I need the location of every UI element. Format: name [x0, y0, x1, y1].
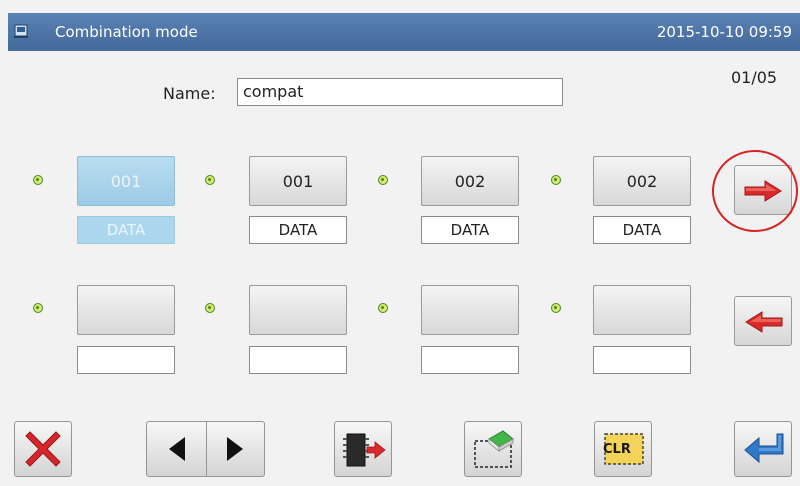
pattern-slot-7[interactable] [421, 285, 519, 335]
green-dot-icon [551, 175, 561, 185]
highlight-circle [712, 150, 798, 232]
triangle-left-icon [169, 437, 185, 461]
cancel-button[interactable] [14, 421, 72, 477]
cursor-left-button[interactable] [147, 422, 206, 476]
datetime-display: 2015-10-10 09:59 [656, 23, 792, 41]
cursor-right-button[interactable] [207, 422, 264, 476]
pattern-slot-1[interactable]: 001 [77, 156, 175, 206]
green-dot-icon [205, 175, 215, 185]
green-dot-icon [378, 175, 388, 185]
pattern-slot-8[interactable] [593, 285, 691, 335]
data-box-6[interactable] [249, 346, 347, 374]
previous-page-button[interactable] [734, 296, 792, 346]
name-input[interactable]: compat [237, 78, 563, 106]
data-box-2[interactable]: DATA [249, 216, 347, 244]
data-box-7[interactable] [421, 346, 519, 374]
title-bar: Combination mode 2015-10-10 09:59 [8, 13, 800, 51]
green-dot-icon [205, 303, 215, 313]
red-x-icon [25, 431, 61, 467]
green-dot-icon [551, 303, 561, 313]
screen-title: Combination mode [55, 23, 198, 41]
write-data-button[interactable] [334, 421, 392, 477]
name-label: Name: [163, 84, 216, 103]
data-box-1[interactable]: DATA [77, 216, 175, 244]
green-dot-icon [33, 303, 43, 313]
pattern-slot-4[interactable]: 002 [593, 156, 691, 206]
panel-icon [14, 24, 28, 38]
data-box-8[interactable] [593, 346, 691, 374]
pattern-slot-5[interactable] [77, 285, 175, 335]
clear-label: CLR [603, 442, 631, 457]
pattern-slot-6[interactable] [249, 285, 347, 335]
page-indicator: 01/05 [731, 68, 778, 87]
red-arrow-left-icon [745, 311, 783, 333]
chip-arrow-icon [343, 433, 386, 467]
pattern-slot-3[interactable]: 002 [421, 156, 519, 206]
data-box-5[interactable] [77, 346, 175, 374]
pattern-slot-2[interactable]: 001 [249, 156, 347, 206]
enter-button[interactable] [734, 421, 792, 477]
erase-button[interactable] [464, 421, 522, 477]
data-box-4[interactable]: DATA [593, 216, 691, 244]
green-dot-icon [378, 303, 388, 313]
data-box-3[interactable]: DATA [421, 216, 519, 244]
triangle-right-icon [227, 437, 243, 461]
green-dot-icon [33, 175, 43, 185]
eraser-icon [474, 430, 514, 468]
return-arrow-icon [744, 433, 784, 464]
